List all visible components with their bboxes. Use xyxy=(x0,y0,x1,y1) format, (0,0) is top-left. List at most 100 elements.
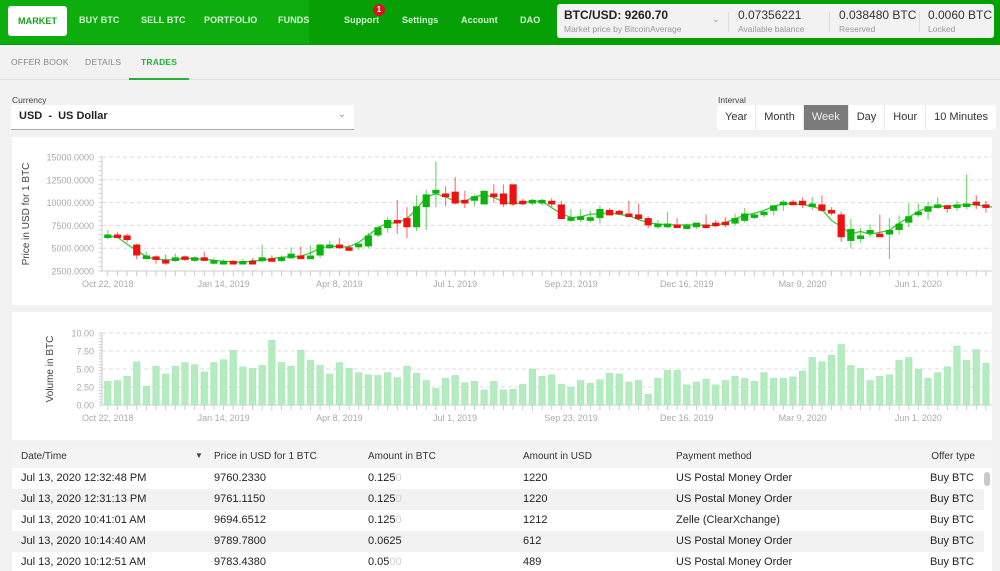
interval-label: Interval xyxy=(718,95,746,105)
candle-body xyxy=(258,257,266,261)
candle-down xyxy=(673,218,681,229)
table-row[interactable]: Jul 13, 2020 10:14:40 AM 9789.7800 0.0625 6… xyxy=(12,531,984,552)
cell-price: 9761.1150 xyxy=(214,493,266,505)
tab-details[interactable]: DETAILS xyxy=(85,45,121,80)
volume-bar-chart: 0.00 2.50 5.00 7.50 10.00 Oct 22, 2018 Jan 14,… xyxy=(45,329,1000,423)
nav-settings[interactable]: Settings xyxy=(402,0,438,40)
candle-body xyxy=(972,201,980,206)
cell-amount-btc-padding: 0 xyxy=(395,514,402,526)
interval-year[interactable]: Year xyxy=(717,105,757,130)
volume-bar xyxy=(248,368,257,406)
candle-down xyxy=(798,197,807,209)
chevron-down-icon[interactable]: ⌄ xyxy=(712,14,720,25)
candle-body xyxy=(770,205,778,211)
candle-up xyxy=(171,253,179,262)
column-header-offer-type[interactable]: Offer type xyxy=(931,451,975,462)
candle-down xyxy=(702,214,710,228)
cell-datetime: Jul 13, 2020 12:32:48 PM xyxy=(21,472,147,484)
table-row[interactable]: Jul 13, 2020 12:31:13 PM 9761.1150 0.1250 1… xyxy=(12,489,984,510)
candle-up xyxy=(528,198,536,206)
x-tick-label: Oct 22, 2018 xyxy=(82,279,134,289)
page-scrollbar[interactable] xyxy=(992,137,1000,571)
cell-amount-btc-padding: 0 xyxy=(395,472,402,484)
nav-dao[interactable]: DAO xyxy=(520,0,540,40)
volume-bar xyxy=(625,381,633,406)
price-candlestick-chart: 2500.0000 5000.0000 7500.0000 10000.0000 125… xyxy=(21,153,1000,289)
table-row[interactable]: Jul 13, 2020 10:12:51 AM 9783.4380 0.0500 4… xyxy=(12,552,984,571)
divider xyxy=(829,12,830,32)
cell-amount-btc-padding: 00 xyxy=(389,556,402,568)
column-header-datetime[interactable]: Date/Time xyxy=(21,451,67,462)
column-header-amount-btc[interactable]: Amount in BTC xyxy=(368,451,436,462)
table-scrollbar-thumb[interactable] xyxy=(984,472,990,486)
locked-balance-value: 0.0060 BTC xyxy=(928,8,993,22)
currency-select[interactable]: USD - US Dollar ⌄ xyxy=(11,105,354,130)
candle-up xyxy=(596,205,604,224)
market-price-selector[interactable]: BTC/USD: 9260.70 Market price by Bitcoin… xyxy=(564,8,720,35)
interval-10-minutes[interactable]: 10 Minutes xyxy=(926,105,996,130)
candle-body xyxy=(306,255,315,260)
candle-body xyxy=(856,235,865,240)
candle-down xyxy=(605,208,614,216)
nav-portfolio[interactable]: PORTFOLIO xyxy=(204,0,257,40)
candle-body xyxy=(953,204,961,208)
candle-body xyxy=(499,193,508,205)
volume-bar xyxy=(692,381,700,406)
candle-body xyxy=(982,204,990,208)
nav-buy-btc[interactable]: BUY BTC xyxy=(79,0,120,40)
candle-down xyxy=(644,216,652,229)
x-tick-label: Jun 1, 2020 xyxy=(895,279,942,289)
volume-bar xyxy=(760,372,768,406)
candle-up xyxy=(692,222,701,230)
candle-body xyxy=(605,209,614,216)
tab-trades[interactable]: TRADES xyxy=(129,45,190,80)
column-header-payment-method[interactable]: Payment method xyxy=(676,451,752,462)
nav-account[interactable]: Account xyxy=(461,0,498,40)
interval-hour[interactable]: Hour xyxy=(885,105,927,130)
column-header-amount-usd[interactable]: Amount in USD xyxy=(523,451,592,462)
cell-offer-type: Buy BTC xyxy=(929,514,974,526)
volume-bar xyxy=(963,360,971,406)
candle-down xyxy=(441,186,450,207)
candle-body xyxy=(885,229,894,235)
candle-up xyxy=(856,228,865,243)
sort-descending-icon[interactable]: ▼ xyxy=(195,451,203,460)
volume-bar xyxy=(538,375,546,406)
column-header-price[interactable]: Price in USD for 1 BTC xyxy=(214,451,317,462)
interval-month[interactable]: Month xyxy=(756,105,804,130)
cell-payment-method: Zelle (ClearXchange) xyxy=(676,514,780,526)
interval-day[interactable]: Day xyxy=(849,105,886,130)
cell-amount-usd: 1220 xyxy=(523,472,548,484)
candle-body xyxy=(171,257,179,261)
interval-week[interactable]: Week xyxy=(803,105,849,130)
volume-bar xyxy=(441,378,450,406)
nav-sell-btc[interactable]: SELL BTC xyxy=(141,0,186,40)
candle-up xyxy=(258,244,266,262)
candle-body xyxy=(760,211,768,216)
volume-bar xyxy=(490,380,498,406)
candle-up xyxy=(847,219,855,249)
available-balance: 0.07356221 Available balance xyxy=(738,8,804,35)
candle-up xyxy=(239,259,247,265)
candle-body xyxy=(712,222,720,227)
table-row[interactable]: Jul 13, 2020 10:41:01 AM 9694.6512 0.1250 1… xyxy=(12,510,984,531)
tab-offer-book[interactable]: OFFER BOOK xyxy=(11,45,69,80)
candle-up xyxy=(779,199,787,211)
x-tick-label: Apr 8, 2019 xyxy=(316,413,363,423)
x-tick-label: Oct 22, 2018 xyxy=(82,413,134,423)
volume-bar xyxy=(277,362,286,406)
candle-up xyxy=(355,243,363,251)
candle-down xyxy=(229,260,237,265)
volume-bar xyxy=(827,355,836,406)
candle-body xyxy=(750,214,758,218)
x-tick-label: Dec 16, 2019 xyxy=(660,413,714,423)
y-tick-label: 12500.0000 xyxy=(46,175,94,185)
candle-down xyxy=(268,255,276,262)
nav-market[interactable]: MARKET xyxy=(8,6,68,36)
volume-bar xyxy=(741,378,749,406)
volume-bar xyxy=(191,364,199,406)
candle-body xyxy=(625,213,633,218)
table-row[interactable]: Jul 13, 2020 12:32:48 PM 9760.2330 0.1250 1… xyxy=(12,468,984,489)
nav-funds[interactable]: FUNDS xyxy=(278,0,310,40)
volume-bar xyxy=(943,366,951,406)
